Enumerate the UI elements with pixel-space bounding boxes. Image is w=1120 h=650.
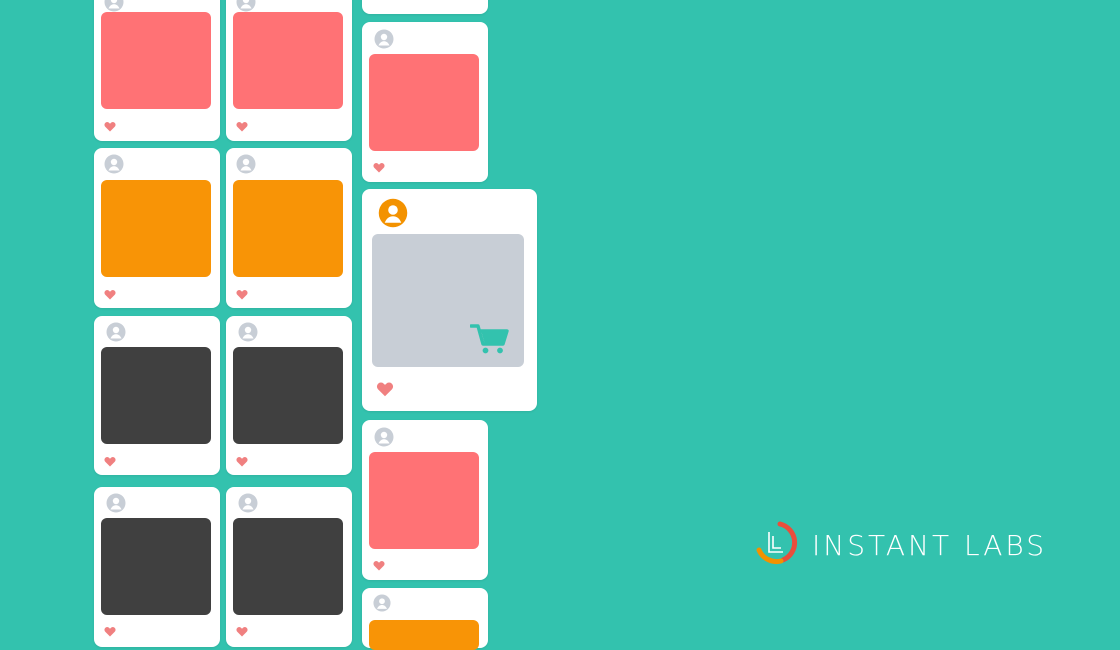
heart-icon[interactable] [236,119,248,137]
post-card[interactable] [362,588,488,650]
post-card[interactable] [226,148,352,308]
post-image [101,347,211,444]
post-card[interactable] [362,22,488,182]
user-avatar-icon [374,29,394,54]
user-avatar-icon [374,427,394,452]
user-avatar-icon [106,322,126,347]
post-card[interactable] [94,148,220,308]
user-avatar-icon [106,493,126,518]
post-image [369,452,479,549]
post-image [101,518,211,615]
featured-post-card[interactable] [362,189,537,411]
heart-icon[interactable] [236,287,248,305]
post-image [101,12,211,109]
user-avatar-icon [104,154,124,179]
brand-name: INSTANT LABS [812,528,1048,562]
post-card[interactable] [362,420,488,580]
heart-icon[interactable] [104,287,116,305]
post-card[interactable] [226,487,352,647]
post-card[interactable] [362,0,488,14]
heart-icon[interactable] [236,624,248,642]
heart-icon[interactable] [373,160,385,178]
product-image-placeholder [372,234,524,367]
user-avatar-icon [373,594,391,617]
post-image [101,180,211,277]
user-avatar-icon [378,198,408,233]
heart-icon[interactable] [104,454,116,472]
heart-icon[interactable] [104,119,116,137]
heart-icon[interactable] [376,381,394,402]
post-image [369,54,479,151]
post-image [233,347,343,444]
post-image [233,518,343,615]
heart-icon[interactable] [104,624,116,642]
heart-icon[interactable] [373,558,385,576]
post-card[interactable] [94,316,220,475]
brand-logo: INSTANT LABS [754,520,1047,570]
user-avatar-icon [236,154,256,179]
post-image [233,12,343,109]
shopping-cart-icon[interactable] [469,323,510,360]
post-card[interactable] [226,316,352,475]
post-image [233,180,343,277]
heart-icon[interactable] [236,454,248,472]
instant-labs-logo-icon [754,520,798,571]
user-avatar-icon [238,493,258,518]
post-image [369,620,479,650]
user-avatar-icon [238,322,258,347]
post-card[interactable] [94,487,220,647]
post-card[interactable] [226,0,352,141]
post-card[interactable] [94,0,220,141]
